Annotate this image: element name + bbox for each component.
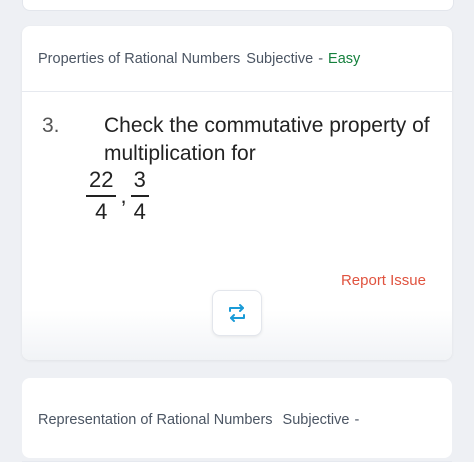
fraction-1: 22 4	[86, 167, 117, 224]
fraction-1-numerator: 22	[89, 167, 114, 192]
question-type: Subjective	[246, 50, 314, 67]
fraction-bar	[86, 195, 117, 197]
next-question-card: Representation of Rational Numbers Subje…	[22, 378, 452, 462]
meta-separator: -	[318, 50, 324, 67]
fraction-2: 3 4	[130, 167, 149, 224]
next-topic-label: Representation of Rational Numbers	[38, 411, 273, 428]
report-issue-link[interactable]: Report Issue	[341, 272, 426, 289]
fraction-2-denominator: 4	[133, 198, 146, 224]
question-text: Check the commutative property of multip…	[104, 114, 430, 165]
fraction-bar	[130, 195, 149, 197]
fraction-list: 22 4 , 3 4	[86, 168, 149, 224]
question-meta: Properties of Rational Numbers Subjectiv…	[22, 26, 452, 92]
previous-card-edge	[22, 0, 454, 11]
topic-label: Properties of Rational Numbers	[38, 50, 241, 67]
fraction-2-numerator: 3	[133, 167, 146, 192]
question-card: Properties of Rational Numbers Subjectiv…	[22, 26, 452, 360]
repeat-button[interactable]	[212, 290, 262, 336]
next-question-meta: Representation of Rational Numbers Subje…	[22, 378, 452, 462]
repeat-icon	[229, 304, 245, 322]
fraction-separator: ,	[120, 182, 127, 208]
question-number: 3.	[42, 114, 60, 137]
next-question-type: Subjective	[282, 411, 350, 428]
difficulty-badge: Easy	[328, 50, 361, 67]
next-meta-separator: -	[354, 411, 360, 428]
fraction-1-denominator: 4	[95, 198, 108, 224]
